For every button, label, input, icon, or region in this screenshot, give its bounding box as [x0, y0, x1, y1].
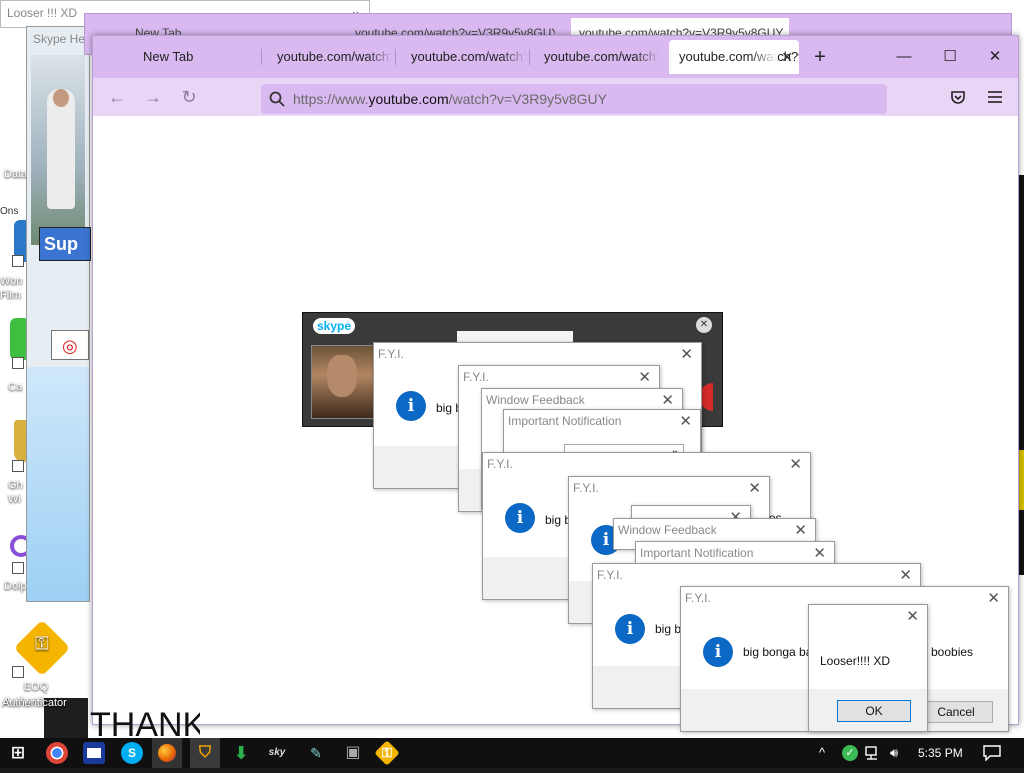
tab-separator: [529, 49, 530, 65]
info-icon: i: [615, 614, 645, 644]
cursor-tool-icon[interactable]: ✎: [305, 742, 327, 764]
info-icon: i: [396, 391, 426, 421]
tab-youtube-3[interactable]: youtube.com/watch?v=V3R9y5v8GUY: [534, 40, 660, 74]
tab-youtube-active[interactable]: youtube.com/watch?v=V3R9y5v8GUY ✕: [669, 40, 799, 74]
back-button[interactable]: ←: [103, 84, 131, 110]
skype-help-window[interactable]: Skype Hel Sup ◎: [26, 26, 91, 602]
pocket-icon[interactable]: [950, 89, 966, 105]
sky-icon[interactable]: sky: [266, 742, 288, 764]
info-icon: i: [505, 503, 535, 533]
shortcut-arrow-icon: [12, 255, 24, 267]
dialog-title: F.Y.I.: [463, 370, 489, 384]
forward-button[interactable]: →: [139, 84, 167, 110]
tab-label: New Tab: [143, 49, 194, 64]
maximize-button[interactable]: ☐: [928, 40, 972, 74]
shortcut-arrow-icon: [12, 666, 24, 678]
firefox-icon[interactable]: [152, 738, 182, 768]
man-figure: [47, 89, 75, 209]
dialog-message: big bonga ba: [743, 645, 813, 659]
url-domain: youtube.com: [368, 91, 449, 107]
close-icon[interactable]: ✕: [638, 368, 651, 386]
ok-button[interactable]: OK: [837, 700, 911, 722]
security-status-icon[interactable]: ✓: [842, 745, 858, 761]
target-icon: ◎: [51, 330, 89, 360]
desktop-text-data: Data: [4, 168, 28, 180]
chevron-up-icon[interactable]: ^: [819, 738, 825, 768]
close-icon[interactable]: ✕: [794, 521, 807, 539]
skype-logo: skype: [313, 318, 356, 334]
dialog-title: F.Y.I.: [573, 481, 599, 495]
tab-separator: [261, 49, 262, 65]
dialog-title: F.Y.I.: [685, 591, 711, 605]
dialog-title: F.Y.I.: [597, 568, 623, 582]
caller-face: [327, 355, 357, 397]
url-path: /watch?v=V3R9y5v8GUY: [448, 91, 607, 107]
minimize-button[interactable]: —: [882, 40, 926, 74]
close-icon[interactable]: ✕: [987, 589, 1000, 607]
close-icon[interactable]: ✕: [813, 544, 826, 562]
close-icon[interactable]: ✕: [679, 412, 692, 430]
network-icon[interactable]: [865, 746, 883, 760]
reload-button[interactable]: ↻: [175, 84, 203, 110]
dialog-message: Looser!!!! XD: [820, 654, 891, 668]
sup-banner: Sup: [39, 227, 91, 261]
shortcut-arrow-icon: [12, 460, 24, 472]
sky-gradient: [27, 367, 89, 601]
close-icon[interactable]: ✕: [748, 479, 761, 497]
close-window-button[interactable]: ✕: [973, 40, 1017, 74]
tab-strip: New Tab youtube.com/watch?v=V3R9y5v8GUY …: [93, 36, 1018, 78]
dialog-title: Important Notification: [640, 546, 754, 560]
tab-youtube-1[interactable]: youtube.com/watch?v=V3R9y5v8GUY: [267, 40, 393, 74]
close-icon[interactable]: ✕: [680, 345, 693, 363]
volume-icon[interactable]: 🔊︎: [890, 738, 898, 768]
tab-youtube-2[interactable]: youtube.com/watch?v=V3R9y5v8GUY: [401, 40, 527, 74]
desktop-icon-label-eoq-text: Authenticator: [2, 697, 67, 709]
window-title: Looser !!! XD: [7, 6, 78, 20]
notifications-icon[interactable]: [983, 745, 1001, 761]
desktop-icon-eoq[interactable]: ⚿ EOQ Authenticator: [4, 619, 71, 707]
taskbar: ⊞ S ⛉ ⬇ sky ✎ ▣ ⚿ ^ ✓ 🔊︎ 5:35 PM: [0, 738, 1024, 768]
tab-separator: [395, 49, 396, 65]
windows-start-icon[interactable]: ⊞: [7, 742, 29, 764]
shield-icon[interactable]: ⛉: [190, 738, 220, 768]
tab-new-tab[interactable]: New Tab: [133, 40, 261, 74]
close-icon[interactable]: ✕: [906, 607, 919, 625]
info-icon: i: [703, 637, 733, 667]
clock-time[interactable]: 5:35 PM: [918, 738, 963, 768]
dialog-message-tail: a boobies: [921, 645, 974, 659]
dialog-title: F.Y.I.: [487, 457, 513, 471]
man-head: [53, 89, 69, 107]
nav-toolbar: ← → ↻ https://www.youtube.com/watch?v=V3…: [93, 78, 1018, 116]
cancel-button[interactable]: Cancel: [919, 701, 993, 723]
close-icon[interactable]: ✕: [696, 317, 712, 333]
window-title: Skype Hel: [33, 32, 88, 46]
url-text: https://www.youtube.com/watch?v=V3R9y5v8…: [293, 84, 607, 114]
url-prefix: https://www.: [293, 91, 369, 107]
dialog-title: Window Feedback: [486, 393, 585, 407]
app-window-icon[interactable]: ▣: [342, 742, 364, 764]
desktop-text-ons: Ons: [0, 206, 19, 217]
window-icon[interactable]: [83, 742, 105, 764]
download-icon[interactable]: ⬇: [230, 742, 252, 764]
close-icon[interactable]: ✕: [661, 391, 674, 409]
skype-icon[interactable]: S: [121, 742, 143, 764]
shortcut-arrow-icon: [12, 357, 24, 369]
close-icon[interactable]: ✕: [781, 40, 793, 74]
menu-icon[interactable]: [987, 90, 1003, 104]
dialog-message: big b: [655, 622, 682, 636]
dialog-title: Window Feedback: [618, 523, 717, 537]
shortcut-arrow-icon: [12, 562, 24, 574]
looser-dialog[interactable]: ✕ Looser!!!! XD OK: [808, 604, 928, 732]
search-icon: [269, 91, 285, 107]
dialog-title: Important Notification: [508, 414, 622, 428]
dialog-title: F.Y.I.: [378, 347, 404, 361]
url-bar[interactable]: https://www.youtube.com/watch?v=V3R9y5v8…: [261, 84, 887, 114]
chrome-icon[interactable]: [46, 742, 68, 764]
close-icon[interactable]: ✕: [789, 455, 802, 473]
key-icon[interactable]: ⚿: [374, 740, 400, 766]
new-tab-button[interactable]: +: [798, 40, 842, 74]
close-icon[interactable]: ✕: [899, 566, 912, 584]
thank-text: THANK: [90, 706, 200, 738]
